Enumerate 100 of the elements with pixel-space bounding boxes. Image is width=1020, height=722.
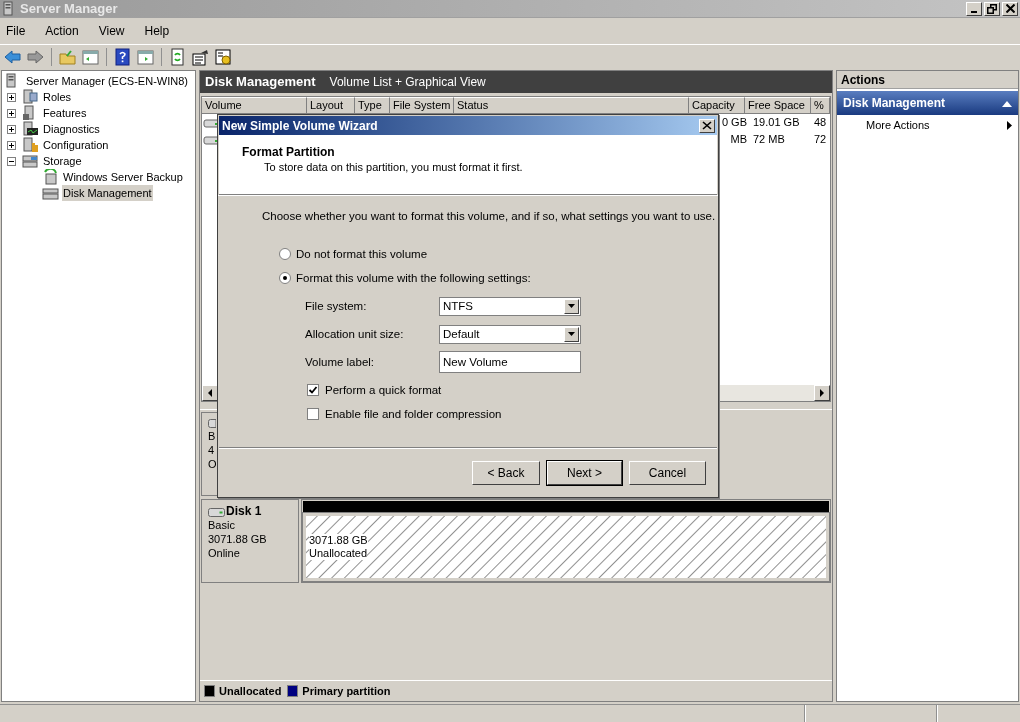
- tree-item[interactable]: Configuration: [42, 136, 110, 154]
- help-icon[interactable]: [113, 47, 132, 66]
- column-header[interactable]: Volume: [202, 97, 307, 114]
- table-cell-text: 72 MB: [752, 132, 786, 148]
- dropdown-arrow-icon: [568, 304, 575, 309]
- table-cell-text: 0 GB: [721, 115, 748, 131]
- drive-icon: [208, 507, 225, 517]
- server-icon: [22, 137, 39, 153]
- wizard-button[interactable]: Cancel: [629, 460, 706, 485]
- field-label: Volume label:: [305, 354, 376, 370]
- partition-label: Unallocated: [309, 547, 368, 560]
- dropdown-field[interactable]: Default: [439, 324, 581, 344]
- menu-item[interactable]: File: [6, 22, 26, 40]
- disk-detail: 3071.88 GB: [208, 532, 268, 546]
- table-cell-text: 48: [813, 115, 828, 131]
- column-header[interactable]: Layout: [307, 97, 355, 114]
- dropdown-field[interactable]: NTFS: [439, 296, 581, 316]
- right-arrow-icon: [818, 389, 826, 397]
- expand-icon[interactable]: [7, 92, 16, 102]
- column-header[interactable]: Type: [355, 97, 390, 114]
- left-arrow-icon: [206, 389, 214, 397]
- refresh-icon[interactable]: [168, 47, 187, 66]
- minimize-button[interactable]: [966, 1, 982, 16]
- radio-option[interactable]: Format this volume with the following settings:: [279, 270, 718, 287]
- pane-title: Disk Management: [205, 73, 316, 92]
- actions-section-header[interactable]: Disk Management: [837, 91, 1018, 115]
- checkbox-checked[interactable]: [307, 384, 319, 397]
- disk-name: Disk 1: [226, 504, 262, 518]
- disk-detail: Online: [208, 546, 241, 560]
- wizard-button[interactable]: Next >: [547, 460, 622, 485]
- actions-title: Actions: [841, 71, 885, 89]
- column-header[interactable]: %: [811, 97, 830, 114]
- collapse-icon[interactable]: [7, 156, 16, 166]
- column-header[interactable]: Status: [454, 97, 689, 114]
- disk-detail: O: [208, 457, 218, 471]
- checkbox-option[interactable]: Enable file and folder compression: [307, 407, 718, 422]
- table-cell-text: 72: [813, 132, 828, 148]
- dialog-title: New Simple Volume Wizard: [222, 117, 378, 135]
- pane-icon[interactable]: [81, 47, 100, 66]
- column-header[interactable]: Free Space: [745, 97, 811, 114]
- menu-item[interactable]: Help: [144, 22, 170, 40]
- server-icon: [22, 89, 39, 105]
- menu-item[interactable]: View: [98, 22, 125, 40]
- properties-icon[interactable]: [191, 47, 210, 66]
- expand-icon[interactable]: [7, 108, 16, 118]
- settings-icon[interactable]: [214, 47, 233, 66]
- close-icon: [1005, 4, 1015, 13]
- menu-item[interactable]: Action: [45, 22, 79, 40]
- legend-label: Unallocated: [219, 683, 282, 699]
- drive-icon: [208, 419, 216, 428]
- disk-detail: 4: [208, 443, 216, 457]
- wizard-heading: Format Partition: [242, 145, 336, 160]
- tree-item[interactable]: Diagnostics: [42, 120, 101, 138]
- drive-icon: [42, 169, 59, 185]
- radio-selected[interactable]: [279, 272, 291, 285]
- forward-arrow-icon[interactable]: [26, 47, 45, 66]
- close-button[interactable]: [1002, 1, 1018, 16]
- restore-icon: [987, 3, 997, 14]
- expand-icon[interactable]: [7, 140, 16, 150]
- server-icon: [2, 1, 16, 16]
- wizard-button[interactable]: < Back: [472, 460, 540, 485]
- table-cell-text: MB: [730, 132, 748, 148]
- wizard-subheading: To store data on this partition, you must format it first.: [263, 160, 524, 175]
- minimize-icon: [971, 10, 977, 13]
- column-header[interactable]: Capacity: [689, 97, 745, 114]
- field-label: File system:: [305, 298, 368, 314]
- partition-size: 3071.88 GB: [309, 534, 368, 547]
- tree-item[interactable]: Server Manager (ECS-EN-WIN8): [25, 72, 189, 90]
- close-icon: [702, 121, 712, 130]
- column-header[interactable]: File System: [390, 97, 454, 114]
- restore-button[interactable]: [984, 1, 1000, 16]
- drive-icon: [22, 153, 39, 169]
- checkbox-unchecked[interactable]: [307, 408, 319, 421]
- back-arrow-icon[interactable]: [3, 47, 22, 66]
- drive-icon: [42, 185, 59, 201]
- action-link[interactable]: More Actions: [837, 115, 1018, 135]
- collapse-icon: [1002, 99, 1012, 107]
- field-label: Allocation unit size:: [305, 326, 405, 342]
- prompt-text: Choose whether you want to format this volume, and if so, what settings you want to use.: [262, 209, 717, 224]
- radio-option[interactable]: Do not format this volume: [279, 246, 718, 263]
- expand-icon[interactable]: [7, 124, 16, 134]
- tree-item[interactable]: Disk Management: [62, 184, 153, 202]
- text-field[interactable]: New Volume: [439, 351, 581, 374]
- window-title: Server Manager: [20, 0, 119, 18]
- table-cell-text: 19.01 GB: [752, 115, 801, 131]
- tree-item[interactable]: Roles: [42, 88, 73, 106]
- disk-detail: Basic: [208, 518, 236, 532]
- legend-label: Primary partition: [302, 683, 391, 699]
- server-icon: [22, 121, 39, 137]
- disk-detail: B: [208, 429, 217, 443]
- close-button[interactable]: [699, 118, 715, 133]
- tree-item[interactable]: Storage: [42, 152, 83, 170]
- submenu-arrow-icon: [1007, 120, 1012, 130]
- dropdown-arrow-icon: [568, 332, 575, 337]
- checkbox-option[interactable]: Perform a quick format: [307, 383, 718, 398]
- radio-unselected[interactable]: [279, 248, 291, 261]
- tree-item[interactable]: Windows Server Backup: [62, 168, 184, 186]
- tree-item[interactable]: Features: [42, 104, 88, 122]
- scroll-right-button[interactable]: [814, 385, 830, 401]
- scroll-left-button[interactable]: [202, 385, 218, 401]
